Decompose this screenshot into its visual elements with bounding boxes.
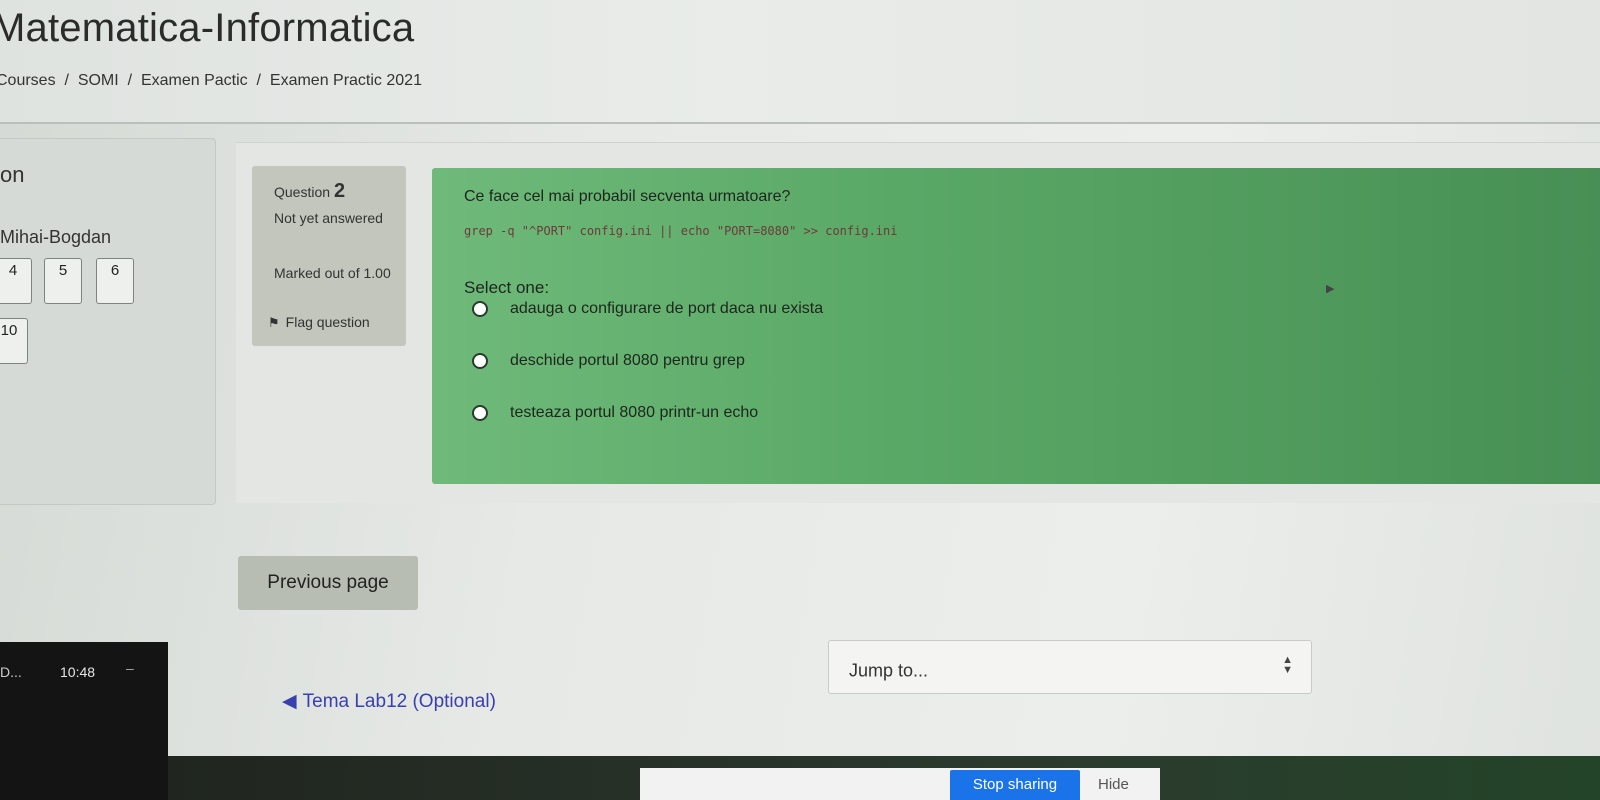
site-title: Matematica-Informatica: [0, 6, 415, 50]
quiz-nav-button-4[interactable]: 4: [0, 258, 32, 304]
answer-option-label: adauga o configurare de port daca nu exi…: [510, 300, 824, 317]
answer-option-label: deschide portul 8080 pentru grep: [510, 352, 745, 369]
flag-question-label: Flag question: [285, 314, 370, 330]
select-one-label: Select one:: [464, 278, 550, 297]
screen-share-bar: [640, 768, 1160, 800]
question-info-box: Question 2 Not yet answered Marked out o…: [252, 166, 406, 346]
quiz-nav-button-6[interactable]: 6: [96, 258, 134, 304]
question-content: Ce face cel mai probabil secventa urmato…: [432, 168, 1600, 484]
previous-activity-label: Tema Lab12 (Optional): [302, 691, 496, 712]
code-snippet: grep -q "^PORT" config.ini || echo "PORT…: [464, 224, 898, 238]
mouse-cursor-icon: ▶: [1326, 283, 1335, 295]
taskbar-time: 10:48: [60, 664, 96, 680]
taskbar-widget: D... 10:48 –: [0, 642, 168, 800]
breadcrumb-courses[interactable]: Courses: [0, 72, 56, 89]
previous-page-button[interactable]: Previous page: [238, 556, 418, 610]
breadcrumb-examen-pactic[interactable]: Examen Pactic: [141, 72, 248, 89]
quiz-navigation-block: [0, 138, 216, 505]
question-marks: Marked out of 1.00: [274, 265, 391, 281]
question-number: 2: [333, 180, 346, 202]
radio-button[interactable]: [472, 405, 488, 421]
flag-question-button[interactable]: ⚑ Flag question: [268, 314, 370, 331]
breadcrumb: Courses / SOMI / Examen Pactic / Examen …: [0, 72, 422, 90]
jump-to-select[interactable]: Jump to... ▲ ▼: [828, 640, 1312, 694]
jump-to-label: Jump to...: [849, 660, 929, 681]
question-state: Not yet answered: [274, 210, 383, 226]
flag-icon: ⚑: [268, 315, 280, 330]
stop-sharing-button[interactable]: Stop sharing: [950, 770, 1080, 800]
quiz-nav-heading: on: [0, 162, 25, 187]
radio-button[interactable]: [472, 353, 488, 369]
hide-button[interactable]: Hide: [1098, 776, 1129, 793]
arrow-left-icon: ◀: [282, 691, 297, 712]
quiz-nav-user: Mihai-Bogdan: [0, 227, 112, 247]
answer-option-label: testeaza portul 8080 printr-un echo: [510, 404, 759, 421]
breadcrumb-examen-practic-2021[interactable]: Examen Practic 2021: [270, 72, 422, 89]
taskbar-app-label[interactable]: D...: [0, 664, 22, 680]
question-label: Question 2: [274, 180, 345, 203]
taskbar-dash: –: [126, 660, 134, 676]
select-caret-icon: ▲ ▼: [1282, 654, 1293, 676]
site-header: Matematica-Informatica Courses / SOMI / …: [0, 0, 1600, 122]
radio-button[interactable]: [472, 301, 488, 317]
question-text: Ce face cel mai probabil secventa urmato…: [464, 188, 791, 205]
quiz-nav-button-5[interactable]: 5: [44, 258, 82, 304]
answer-option-b[interactable]: deschide portul 8080 pentru grep: [472, 352, 745, 370]
question-label-text: Question: [274, 184, 331, 200]
answer-option-c[interactable]: testeaza portul 8080 printr-un echo: [472, 404, 758, 422]
breadcrumb-somi[interactable]: SOMI: [78, 72, 119, 89]
previous-activity-link[interactable]: ◀ Tema Lab12 (Optional): [282, 690, 496, 713]
answer-option-a[interactable]: adauga o configurare de port daca nu exi…: [472, 300, 823, 318]
quiz-nav-button-10[interactable]: 10: [0, 318, 28, 364]
